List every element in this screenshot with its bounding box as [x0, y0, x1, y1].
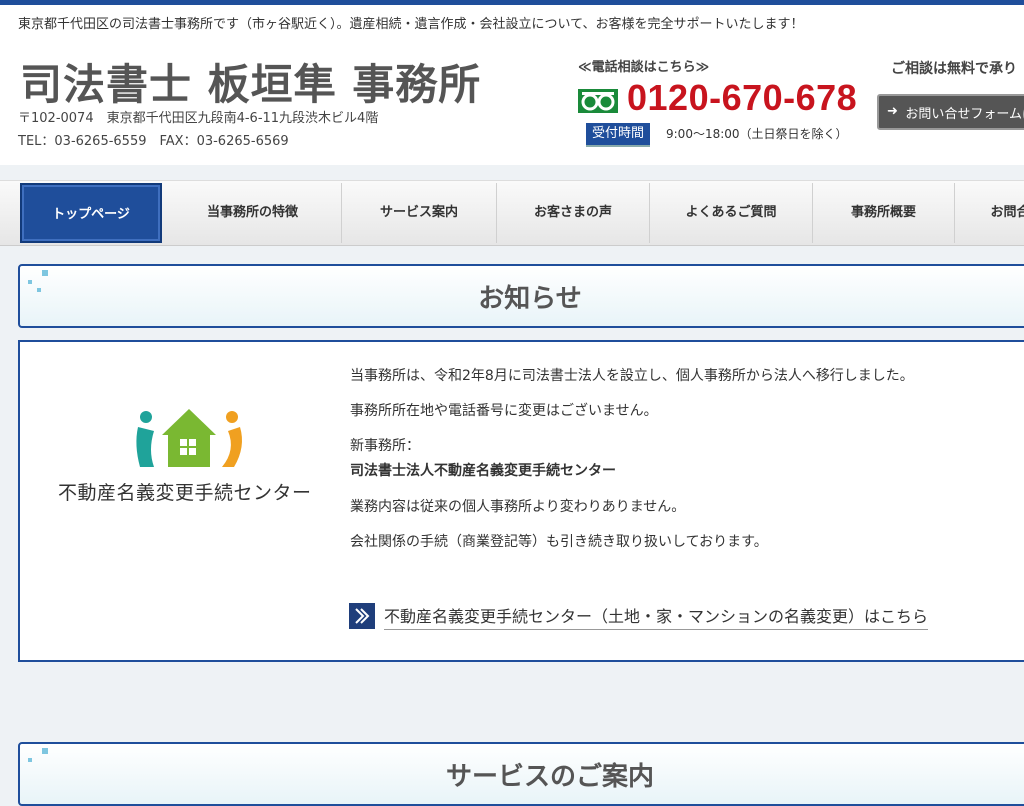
logo-text: 不動産名義変更手続センター: [58, 482, 312, 504]
arrow-right-icon: ➜: [887, 104, 898, 119]
freedial-icon: [578, 89, 618, 113]
address: 〒102-0074 東京都千代田区九段南4-6-11九段渋木ビル4階: [18, 111, 379, 126]
nav-item-faq[interactable]: よくあるご質問: [650, 183, 813, 243]
notice-paragraph: 業務内容は従来の個人事務所より変わりありません。: [350, 499, 686, 515]
tagline: 東京都千代田区の司法書士事務所です（市ヶ谷駅近く）。遺産相続・遺言作成・会社設立…: [18, 17, 804, 32]
nav-item-features[interactable]: 当事務所の特徴: [164, 183, 342, 243]
nav-item-contact[interactable]: お問合: [955, 183, 1024, 243]
decor-dot: [42, 748, 48, 754]
contact-form-label: お問い合せフォームは: [905, 106, 1024, 122]
hours-text: 9:00〜18:00（土日祭日を除く）: [666, 127, 848, 141]
nav-item-services[interactable]: サービス案内: [342, 183, 497, 243]
notice-paragraph: 事務所所在地や電話番号に変更はございません。: [350, 403, 658, 419]
notice-paragraph: 当事務所は、令和2年8月に司法書士法人を設立し、個人事務所から法人へ移行しました…: [350, 368, 914, 384]
nav-item-voices[interactable]: お客さまの声: [497, 183, 650, 243]
hours-badge: 受付時間: [586, 123, 650, 147]
double-chevron-right-icon: [349, 603, 375, 629]
site-header: 東京都千代田区の司法書士事務所です（市ヶ谷駅近く）。遺産相続・遺言作成・会社設立…: [0, 5, 1024, 165]
notice-paragraph: 会社関係の手続（商業登記等）も引き続き取り扱いしております。: [350, 534, 768, 550]
center-link-text[interactable]: 不動産名義変更手続センター（土地・家・マンションの名義変更）はこちら: [384, 603, 929, 630]
decor-dot: [42, 270, 48, 276]
tel-fax: TEL：03-6265-6559 FAX：03-6265-6569: [18, 134, 289, 149]
site-title[interactable]: 司法書士 板垣隼 事務所: [20, 51, 481, 112]
services-title: サービスのご案内: [445, 762, 654, 792]
notice-title: お知らせ: [478, 284, 582, 314]
free-consult-text: ご相談は無料で承り: [891, 61, 1017, 77]
nav-item-top[interactable]: トップページ: [20, 183, 162, 243]
notice-paragraph: 新事務所：: [350, 438, 420, 454]
nav-item-office[interactable]: 事務所概要: [813, 183, 955, 243]
phone-consult-label: ≪電話相談はこちら≫: [578, 60, 710, 75]
contact-form-button[interactable]: ➜ お問い合せフォームは: [877, 94, 1024, 130]
phone-number[interactable]: 0120-670-678: [627, 77, 857, 119]
new-office-name: 司法書士法人不動産名義変更手続センター: [350, 463, 616, 479]
main-nav: トップページ 当事務所の特徴 サービス案内 お客さまの声 よくあるご質問 事務所…: [0, 180, 1024, 246]
